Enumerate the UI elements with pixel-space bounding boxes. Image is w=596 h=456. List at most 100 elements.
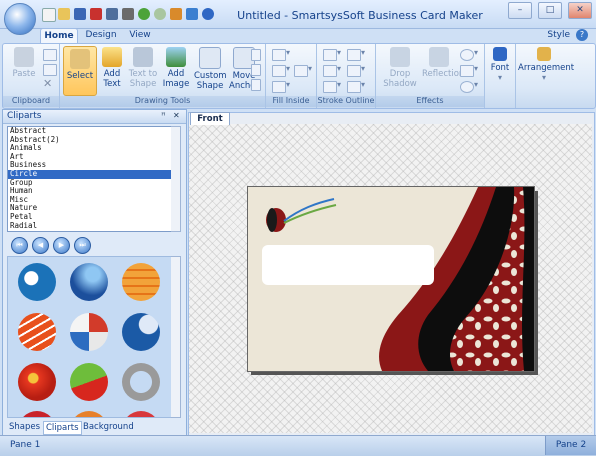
last-page-icon[interactable]: ⏭ [74,237,91,254]
close-panel-icon[interactable]: ✕ [173,111,180,120]
ribbon-tabs: Home Design View Style ? [0,28,596,44]
clipboard-group-label: Clipboard [3,96,59,107]
category-item[interactable]: Group [8,178,172,188]
tab-front[interactable]: Front [190,112,230,125]
node-icon[interactable] [251,49,261,61]
stroke-join-icon[interactable] [323,80,341,93]
fill-gradient-icon[interactable] [272,64,290,77]
settings-icon[interactable] [170,8,182,20]
minimize-button[interactable]: – [508,2,532,19]
stroke-outline-label: Stroke Outline [317,96,375,107]
clipboard-group: Paste ✕ Clipboard [3,44,60,108]
tab-shapes[interactable]: Shapes [7,421,42,433]
effect-square-icon[interactable] [460,64,478,77]
text-to-shape-button[interactable]: Text to Shape [127,47,159,89]
delete-icon[interactable]: ✕ [43,78,55,89]
font-button[interactable]: Font ▾ [487,47,513,83]
fill-pattern-icon[interactable] [272,80,290,93]
close-button[interactable]: ✕ [568,2,592,19]
email-icon[interactable] [106,8,118,20]
drop-shadow-button[interactable]: Drop Shadow [380,47,420,89]
category-item[interactable]: Human [8,187,172,196]
copy-icon[interactable] [43,64,57,76]
clipart-item[interactable] [18,263,56,301]
category-item[interactable]: Radial [8,221,172,231]
style-menu[interactable]: Style [547,30,570,40]
reflection-button[interactable]: Reflection [422,47,464,79]
clipart-item[interactable] [70,313,108,351]
arrangement-button[interactable]: Arrangement ▾ [518,47,574,83]
maximize-button[interactable]: □ [538,2,562,19]
cliparts-panel-header: Cliparts ꟸ ✕ [3,110,186,124]
drawing-tools-group: Select Add Text Text to Shape Add Image … [60,44,266,108]
stroke-dash-icon[interactable] [347,64,365,77]
clipart-item[interactable] [70,263,108,301]
undo-icon[interactable] [138,8,150,20]
new-document-icon[interactable] [42,8,56,22]
category-item[interactable]: Nature [8,204,172,213]
clipart-grid-scrollbar[interactable] [171,256,181,418]
drop-shadow-icon [390,47,410,67]
first-page-icon[interactable]: ⏮ [11,237,28,254]
blurred-text-area [262,245,434,285]
pdf-export-icon[interactable] [90,8,102,20]
stroke-color-icon[interactable] [323,48,341,61]
clipart-item[interactable] [70,411,108,417]
paste-icon [14,47,34,67]
share-icon[interactable] [186,8,198,20]
custom-shape-button[interactable]: Custom Shape [194,47,227,91]
drop-shadow-label: Drop Shadow [383,69,417,89]
stroke-outline-group: Stroke Outline [317,44,376,108]
select-label: Select [66,71,94,81]
category-list[interactable]: Abstract Abstract(2) Animals Art Business Cir… [7,126,173,232]
category-list-scrollbar[interactable] [171,126,181,232]
node-icon-2[interactable] [251,64,261,76]
status-pane-2: Pane 2 [545,436,596,455]
image-icon [166,47,186,67]
clipart-item[interactable] [70,363,108,401]
open-folder-icon[interactable] [58,8,70,20]
add-image-button[interactable]: Add Image [160,47,192,89]
clipart-item[interactable] [18,411,56,417]
font-dropdown-icon: ▾ [497,73,502,82]
tab-view[interactable]: View [126,28,154,43]
drawing-tools-label: Drawing Tools [60,96,265,107]
tab-design[interactable]: Design [84,28,118,43]
node-icon-3[interactable] [251,79,261,91]
clipart-item[interactable] [18,363,56,401]
help-icon[interactable] [202,8,214,20]
tab-home[interactable]: Home [40,28,78,44]
cut-icon[interactable] [43,49,57,61]
redo-icon[interactable] [154,8,166,20]
stroke-style-icon[interactable] [347,48,365,61]
effect-circle-icon[interactable] [460,48,478,61]
clipart-item[interactable] [122,313,160,351]
clipart-item[interactable] [18,313,56,351]
application-menu-orb[interactable] [4,3,36,35]
previous-page-icon[interactable]: ◀ [32,237,49,254]
clipart-item[interactable] [122,263,160,301]
paste-button[interactable]: Paste [7,47,41,79]
next-page-icon[interactable]: ▶ [53,237,70,254]
add-image-label: Add Image [162,69,190,89]
fill-color-icon[interactable] [272,48,290,61]
tab-background[interactable]: Background [81,421,136,433]
tab-cliparts[interactable]: Cliparts [43,421,82,435]
paste-label: Paste [12,69,36,79]
panel-bottom-tabs: Shapes Cliparts Background [3,420,186,435]
stroke-cap-icon[interactable] [347,80,365,93]
text-pencil-icon [102,47,122,67]
save-icon[interactable] [74,8,86,20]
select-button[interactable]: Select [63,46,97,96]
category-item[interactable]: Animals [8,144,172,153]
stroke-width-icon[interactable] [323,64,341,77]
help-circle-icon[interactable]: ? [576,29,588,41]
clipart-item[interactable] [122,363,160,401]
business-card[interactable] [247,186,535,372]
fill-texture-icon[interactable] [294,64,312,77]
pin-icon[interactable]: ꟸ [161,111,166,120]
print-icon[interactable] [122,8,134,20]
add-text-button[interactable]: Add Text [98,47,126,89]
effect-glow-icon[interactable] [460,80,478,93]
clipart-item[interactable] [122,411,160,417]
